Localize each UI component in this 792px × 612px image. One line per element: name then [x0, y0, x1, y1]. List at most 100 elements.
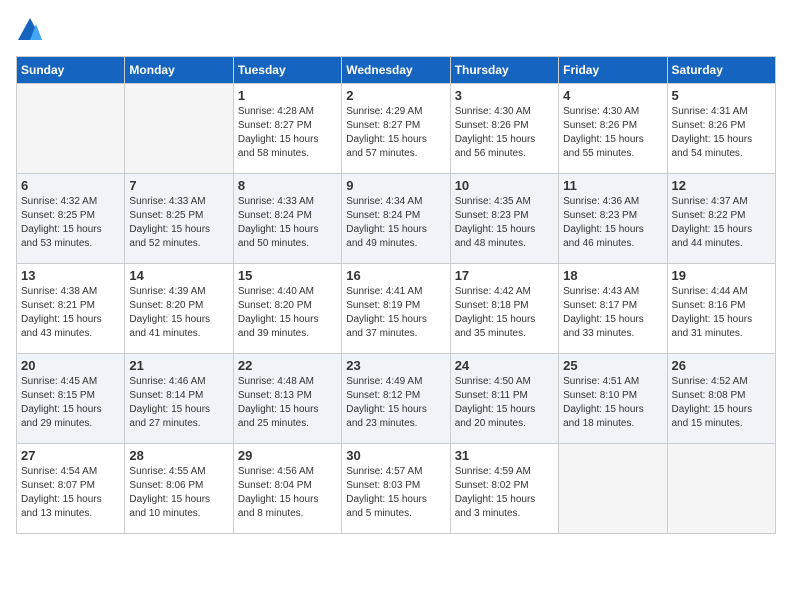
weekday-header: Sunday [17, 57, 125, 84]
calendar-cell: 25 Sunrise: 4:51 AM Sunset: 8:10 PM Dayli… [559, 354, 667, 444]
day-info: Sunrise: 4:34 AM Sunset: 8:24 PM Dayligh… [346, 195, 445, 251]
day-number: 22 [238, 358, 337, 373]
day-info: Sunrise: 4:56 AM Sunset: 8:04 PM Dayligh… [238, 465, 337, 521]
day-info: Sunrise: 4:55 AM Sunset: 8:06 PM Dayligh… [129, 465, 228, 521]
day-info: Sunrise: 4:30 AM Sunset: 8:26 PM Dayligh… [455, 105, 554, 161]
calendar-cell [667, 444, 775, 534]
day-number: 9 [346, 178, 445, 193]
weekday-header: Saturday [667, 57, 775, 84]
calendar-cell: 19 Sunrise: 4:44 AM Sunset: 8:16 PM Dayli… [667, 264, 775, 354]
day-info: Sunrise: 4:43 AM Sunset: 8:17 PM Dayligh… [563, 285, 662, 341]
calendar-cell: 18 Sunrise: 4:43 AM Sunset: 8:17 PM Dayli… [559, 264, 667, 354]
calendar-cell: 21 Sunrise: 4:46 AM Sunset: 8:14 PM Dayli… [125, 354, 233, 444]
calendar-week-row: 20 Sunrise: 4:45 AM Sunset: 8:15 PM Dayli… [17, 354, 776, 444]
day-info: Sunrise: 4:51 AM Sunset: 8:10 PM Dayligh… [563, 375, 662, 431]
day-number: 17 [455, 268, 554, 283]
day-info: Sunrise: 4:32 AM Sunset: 8:25 PM Dayligh… [21, 195, 120, 251]
calendar-cell: 28 Sunrise: 4:55 AM Sunset: 8:06 PM Dayli… [125, 444, 233, 534]
day-number: 26 [672, 358, 771, 373]
day-number: 2 [346, 88, 445, 103]
calendar-week-row: 13Sunrise: 4:38 AM Sunset: 8:21 PM Dayli… [17, 264, 776, 354]
calendar-cell: 5 Sunrise: 4:31 AM Sunset: 8:26 PM Daylig… [667, 84, 775, 174]
day-info: Sunrise: 4:40 AM Sunset: 8:20 PM Dayligh… [238, 285, 337, 341]
day-number: 5 [672, 88, 771, 103]
calendar-cell: 30 Sunrise: 4:57 AM Sunset: 8:03 PM Dayli… [342, 444, 450, 534]
day-info: Sunrise: 4:46 AM Sunset: 8:14 PM Dayligh… [129, 375, 228, 431]
calendar-cell: 1Sunrise: 4:28 AM Sunset: 8:27 PM Daylig… [233, 84, 341, 174]
day-number: 6 [21, 178, 120, 193]
calendar-cell: 10 Sunrise: 4:35 AM Sunset: 8:23 PM Dayli… [450, 174, 558, 264]
day-info: Sunrise: 4:48 AM Sunset: 8:13 PM Dayligh… [238, 375, 337, 431]
day-number: 25 [563, 358, 662, 373]
day-info: Sunrise: 4:42 AM Sunset: 8:18 PM Dayligh… [455, 285, 554, 341]
day-number: 4 [563, 88, 662, 103]
calendar-cell [559, 444, 667, 534]
day-number: 15 [238, 268, 337, 283]
day-info: Sunrise: 4:49 AM Sunset: 8:12 PM Dayligh… [346, 375, 445, 431]
day-number: 7 [129, 178, 228, 193]
weekday-header: Tuesday [233, 57, 341, 84]
logo-icon [16, 16, 44, 44]
day-number: 14 [129, 268, 228, 283]
calendar-cell: 2 Sunrise: 4:29 AM Sunset: 8:27 PM Daylig… [342, 84, 450, 174]
calendar-cell: 17 Sunrise: 4:42 AM Sunset: 8:18 PM Dayli… [450, 264, 558, 354]
day-info: Sunrise: 4:45 AM Sunset: 8:15 PM Dayligh… [21, 375, 120, 431]
calendar-cell: 8Sunrise: 4:33 AM Sunset: 8:24 PM Daylig… [233, 174, 341, 264]
day-number: 27 [21, 448, 120, 463]
calendar-week-row: 27Sunrise: 4:54 AM Sunset: 8:07 PM Dayli… [17, 444, 776, 534]
day-info: Sunrise: 4:41 AM Sunset: 8:19 PM Dayligh… [346, 285, 445, 341]
day-number: 28 [129, 448, 228, 463]
day-number: 10 [455, 178, 554, 193]
calendar-cell: 9 Sunrise: 4:34 AM Sunset: 8:24 PM Daylig… [342, 174, 450, 264]
day-info: Sunrise: 4:31 AM Sunset: 8:26 PM Dayligh… [672, 105, 771, 161]
day-number: 30 [346, 448, 445, 463]
calendar-cell: 31 Sunrise: 4:59 AM Sunset: 8:02 PM Dayli… [450, 444, 558, 534]
calendar-cell: 11Sunrise: 4:36 AM Sunset: 8:23 PM Dayli… [559, 174, 667, 264]
calendar-cell: 15 Sunrise: 4:40 AM Sunset: 8:20 PM Dayli… [233, 264, 341, 354]
weekday-header: Thursday [450, 57, 558, 84]
day-number: 21 [129, 358, 228, 373]
calendar-cell: 16Sunrise: 4:41 AM Sunset: 8:19 PM Dayli… [342, 264, 450, 354]
logo [16, 16, 48, 44]
day-info: Sunrise: 4:29 AM Sunset: 8:27 PM Dayligh… [346, 105, 445, 161]
day-number: 18 [563, 268, 662, 283]
calendar-cell: 12 Sunrise: 4:37 AM Sunset: 8:22 PM Dayli… [667, 174, 775, 264]
calendar-cell: 24 Sunrise: 4:50 AM Sunset: 8:11 PM Dayli… [450, 354, 558, 444]
calendar-cell [17, 84, 125, 174]
day-info: Sunrise: 4:35 AM Sunset: 8:23 PM Dayligh… [455, 195, 554, 251]
day-info: Sunrise: 4:59 AM Sunset: 8:02 PM Dayligh… [455, 465, 554, 521]
day-number: 11 [563, 178, 662, 193]
calendar-week-row: 1Sunrise: 4:28 AM Sunset: 8:27 PM Daylig… [17, 84, 776, 174]
calendar-header-row: SundayMondayTuesdayWednesdayThursdayFrid… [17, 57, 776, 84]
day-number: 20 [21, 358, 120, 373]
day-info: Sunrise: 4:30 AM Sunset: 8:26 PM Dayligh… [563, 105, 662, 161]
calendar-cell: 14 Sunrise: 4:39 AM Sunset: 8:20 PM Dayli… [125, 264, 233, 354]
calendar-table: SundayMondayTuesdayWednesdayThursdayFrid… [16, 56, 776, 534]
calendar-cell [125, 84, 233, 174]
day-number: 19 [672, 268, 771, 283]
calendar-cell: 29Sunrise: 4:56 AM Sunset: 8:04 PM Dayli… [233, 444, 341, 534]
day-info: Sunrise: 4:57 AM Sunset: 8:03 PM Dayligh… [346, 465, 445, 521]
day-number: 24 [455, 358, 554, 373]
day-info: Sunrise: 4:33 AM Sunset: 8:25 PM Dayligh… [129, 195, 228, 251]
weekday-header: Friday [559, 57, 667, 84]
day-info: Sunrise: 4:33 AM Sunset: 8:24 PM Dayligh… [238, 195, 337, 251]
calendar-cell: 26Sunrise: 4:52 AM Sunset: 8:08 PM Dayli… [667, 354, 775, 444]
calendar-cell: 22 Sunrise: 4:48 AM Sunset: 8:13 PM Dayli… [233, 354, 341, 444]
page-header [16, 16, 776, 44]
calendar-cell: 3Sunrise: 4:30 AM Sunset: 8:26 PM Daylig… [450, 84, 558, 174]
day-number: 31 [455, 448, 554, 463]
weekday-header: Wednesday [342, 57, 450, 84]
calendar-cell: 23Sunrise: 4:49 AM Sunset: 8:12 PM Dayli… [342, 354, 450, 444]
calendar-cell: 7 Sunrise: 4:33 AM Sunset: 8:25 PM Daylig… [125, 174, 233, 264]
day-info: Sunrise: 4:28 AM Sunset: 8:27 PM Dayligh… [238, 105, 337, 161]
day-number: 12 [672, 178, 771, 193]
calendar-cell: 20 Sunrise: 4:45 AM Sunset: 8:15 PM Dayli… [17, 354, 125, 444]
day-info: Sunrise: 4:37 AM Sunset: 8:22 PM Dayligh… [672, 195, 771, 251]
day-info: Sunrise: 4:50 AM Sunset: 8:11 PM Dayligh… [455, 375, 554, 431]
day-info: Sunrise: 4:44 AM Sunset: 8:16 PM Dayligh… [672, 285, 771, 341]
calendar-week-row: 6 Sunrise: 4:32 AM Sunset: 8:25 PM Daylig… [17, 174, 776, 264]
day-info: Sunrise: 4:39 AM Sunset: 8:20 PM Dayligh… [129, 285, 228, 341]
calendar-cell: 13Sunrise: 4:38 AM Sunset: 8:21 PM Dayli… [17, 264, 125, 354]
calendar-cell: 6 Sunrise: 4:32 AM Sunset: 8:25 PM Daylig… [17, 174, 125, 264]
